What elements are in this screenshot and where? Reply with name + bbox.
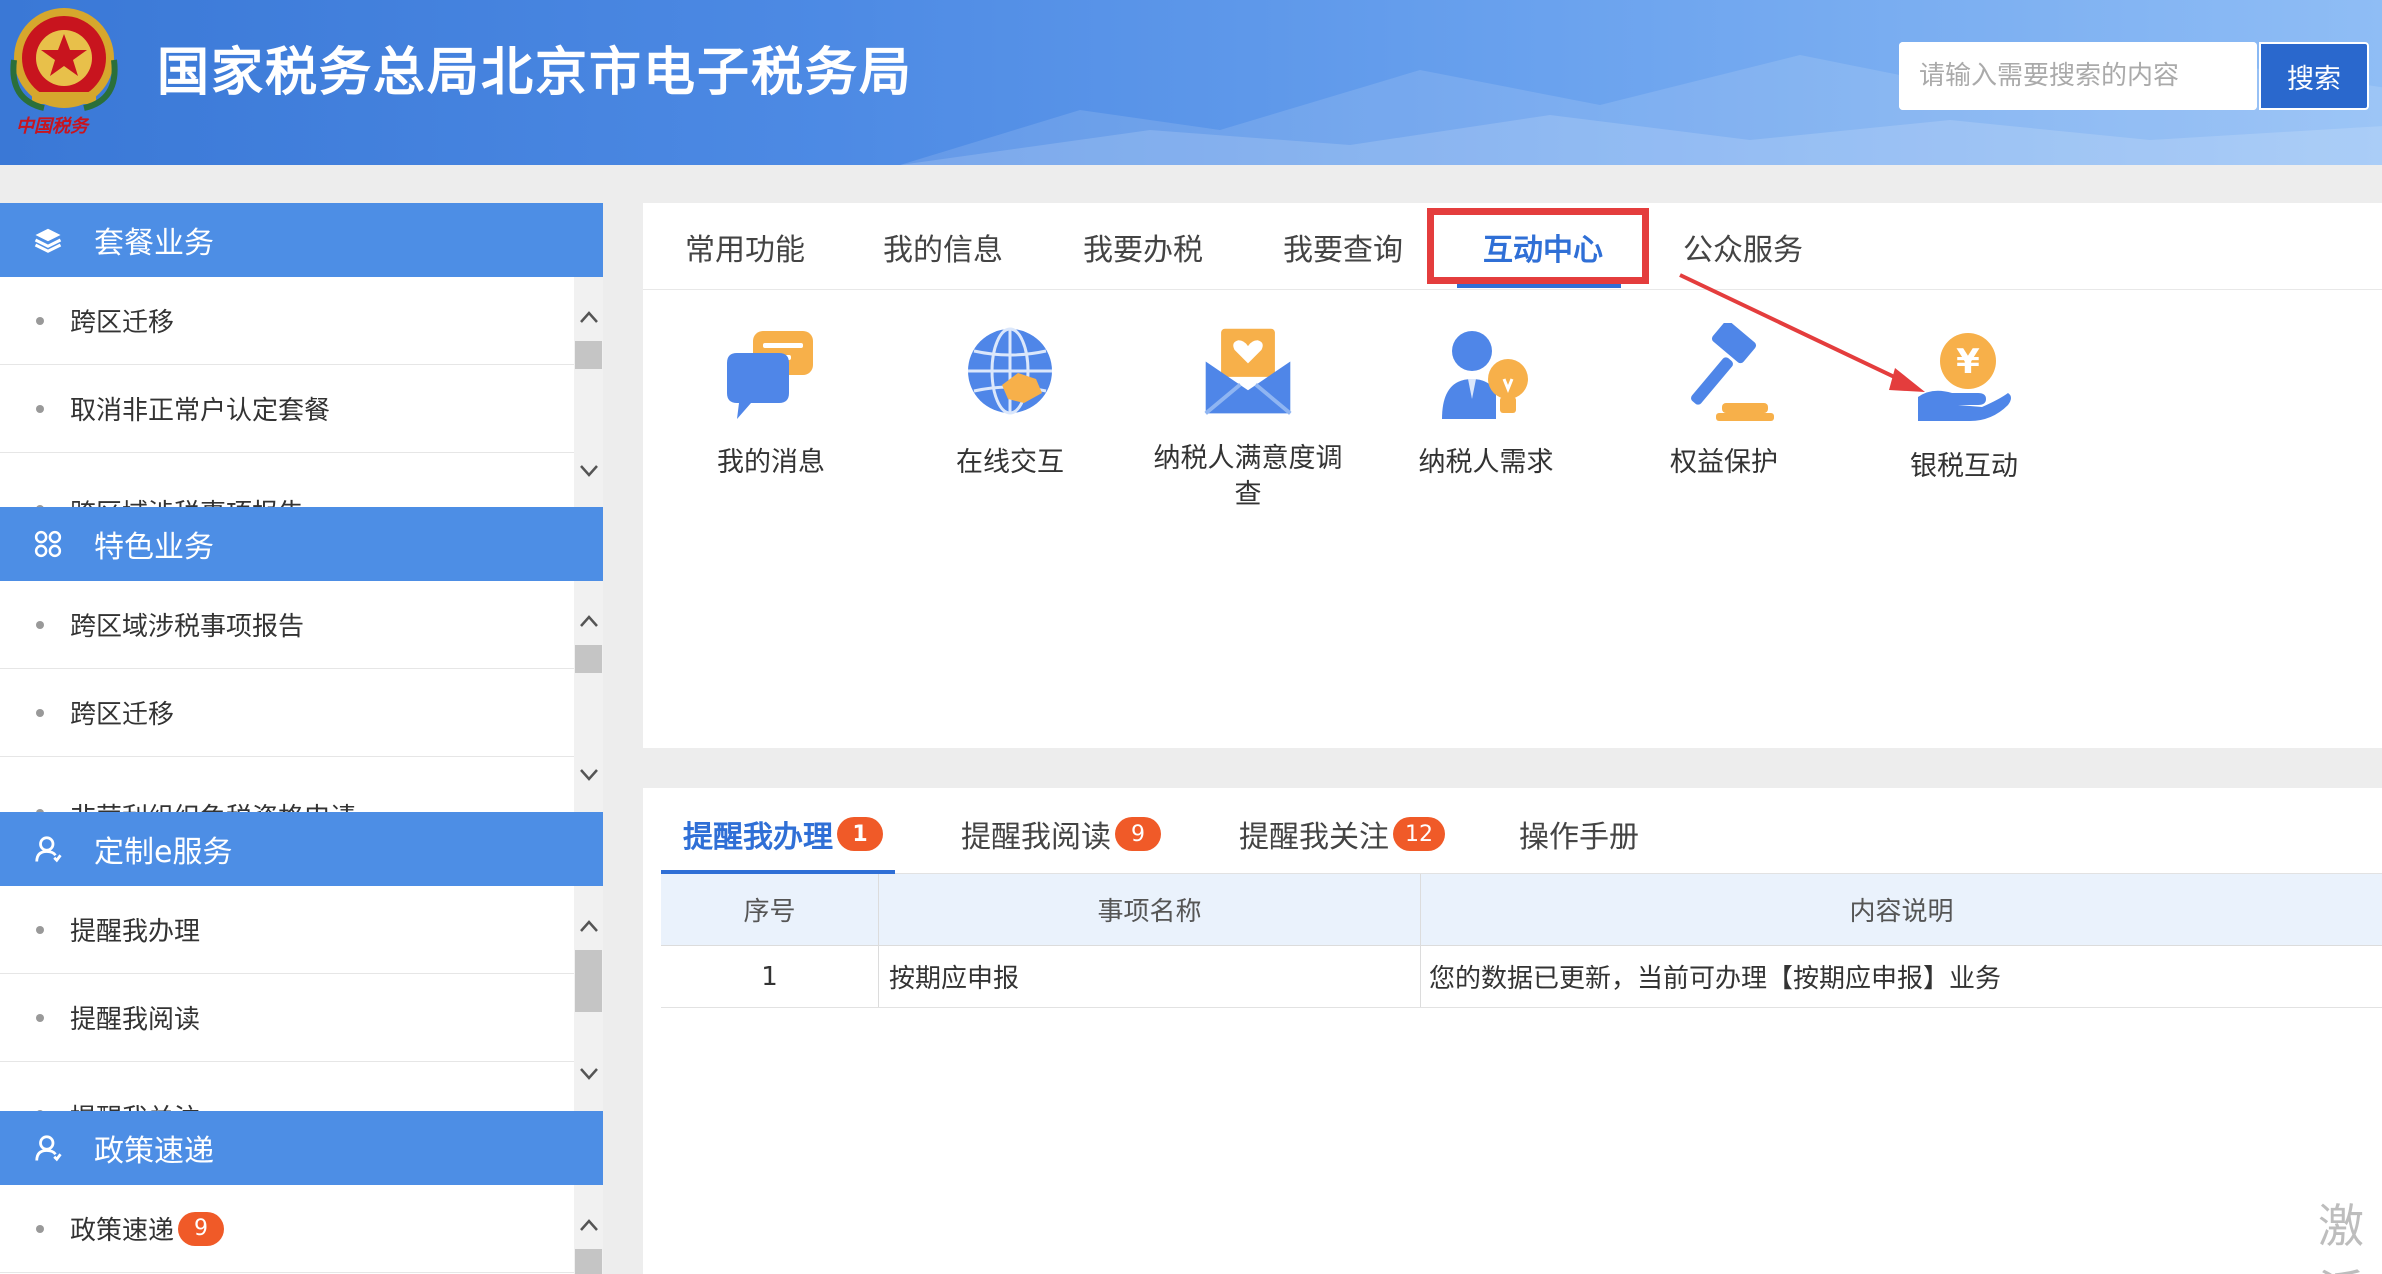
count-badge: 12 bbox=[1393, 817, 1445, 851]
table-row[interactable]: 1 按期应申报 您的数据已更新，当前可办理【按期应申报】业务 bbox=[661, 946, 2382, 1008]
column-header: 序号 bbox=[661, 874, 879, 945]
reminder-panel: 提醒我办理 1 提醒我阅读 9 提醒我关注 12 操作手册 序号 事项名称 内容… bbox=[643, 788, 2382, 1274]
count-badge: 1 bbox=[837, 817, 883, 851]
column-header: 内容说明 bbox=[1849, 897, 1954, 927]
tab-remind-follow[interactable]: 提醒我关注 12 bbox=[1239, 812, 1445, 856]
row-item-name[interactable]: 按期应申报 bbox=[879, 946, 1421, 1007]
tab-remind-handle[interactable]: 提醒我办理 1 bbox=[683, 812, 883, 856]
count-badge: 9 bbox=[1115, 817, 1161, 851]
column-header: 事项名称 bbox=[879, 874, 1421, 945]
activation-watermark: 激活 bbox=[2318, 1199, 2364, 1274]
tab-operation-manual[interactable]: 操作手册 bbox=[1519, 812, 1639, 856]
table-header: 序号 事项名称 内容说明 bbox=[661, 874, 2382, 946]
row-description: 您的数据已更新，当前可办理【按期应申报】业务 bbox=[1429, 964, 2002, 994]
tab-remind-read[interactable]: 提醒我阅读 9 bbox=[961, 812, 1161, 856]
row-index: 1 bbox=[661, 946, 879, 1007]
